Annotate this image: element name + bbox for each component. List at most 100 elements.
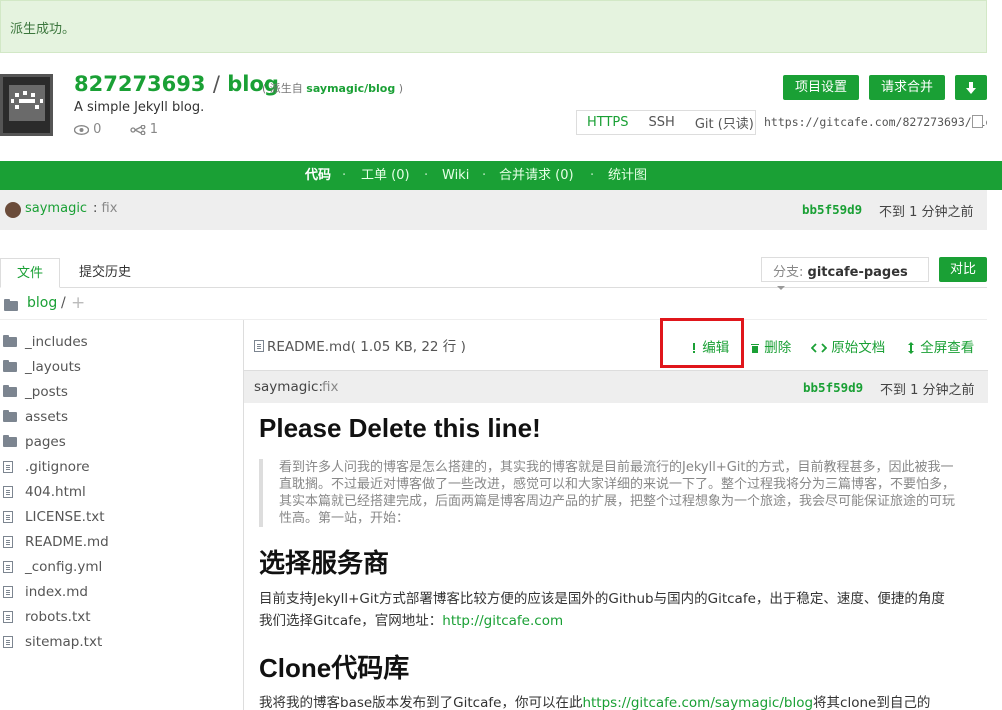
commit-author-link[interactable]: saymagic (25, 201, 87, 216)
fullscreen-button[interactable]: 全屏查看 (906, 336, 974, 356)
file-icon (3, 486, 13, 498)
tree-item[interactable]: _layouts (3, 356, 81, 378)
protocol-git[interactable]: Git (只读) (685, 113, 764, 132)
file-panel: README.md( 1.05 KB, 22 行 ) 编辑 删除 原始文档 全屏… (243, 318, 988, 710)
breadcrumb-root-link[interactable]: blog (27, 295, 57, 311)
copy-icon[interactable] (972, 115, 983, 128)
nav-merge-requests[interactable]: 合并请求 (0) (499, 161, 574, 190)
tree-item-name: _config.yml (25, 559, 103, 575)
readme-text: 我将我的博客base版本发布到了Gitcafe，你可以在此 (259, 695, 583, 710)
file-icon (3, 636, 13, 648)
pencil-icon (693, 343, 695, 353)
branch-value: gitcafe-pages (807, 265, 908, 280)
readme-paragraph: 我将我的博客base版本发布到了Gitcafe，你可以在此https://git… (259, 692, 974, 710)
add-file-button[interactable]: + (71, 293, 85, 313)
tab-history[interactable]: 提交历史 (79, 258, 131, 288)
tree-item-name: _includes (25, 334, 88, 350)
tree-item[interactable]: README.md (3, 531, 109, 553)
file-commit-sha[interactable]: bb5f59d9 (803, 380, 863, 395)
repo-description: A simple Jekyll blog. (74, 100, 205, 115)
tree-item[interactable]: _posts (3, 381, 68, 403)
nav-wiki[interactable]: Wiki (442, 161, 469, 190)
fork-source-link[interactable]: saymagic/blog (306, 82, 395, 95)
clone-url-input[interactable]: https://gitcafe.com/827273693/blog.git (755, 110, 987, 135)
tree-item-name: _layouts (25, 359, 81, 375)
commit-sha-link[interactable]: bb5f59d9 (802, 202, 862, 217)
commit-time: 不到 1 分钟之前 (879, 205, 974, 220)
tree-item[interactable]: .gitignore (3, 456, 90, 478)
merge-request-button[interactable]: 请求合并 (869, 75, 945, 100)
watchers-count: 0 (93, 122, 102, 137)
folder-icon (3, 435, 17, 447)
raw-label: 原始文档 (831, 340, 886, 356)
repo-title-separator: / (212, 72, 220, 96)
tree-item-name: _posts (25, 384, 68, 400)
nav-stats[interactable]: 统计图 (608, 161, 647, 190)
file-icon (254, 340, 264, 352)
tree-item[interactable]: _includes (3, 331, 88, 353)
commit-message-text: fix (101, 201, 118, 216)
owner-avatar[interactable] (0, 74, 53, 136)
folder-icon (3, 360, 17, 372)
tree-item[interactable]: index.md (3, 581, 88, 603)
watchers-stat[interactable]: 0 (73, 122, 118, 137)
file-title-text: README.md( 1.05 KB, 22 行 ) (267, 339, 466, 355)
tree-item[interactable]: _config.yml (3, 556, 102, 578)
raw-button[interactable]: 原始文档 (810, 336, 886, 356)
folder-icon (3, 410, 17, 422)
delete-button[interactable]: 删除 (750, 336, 791, 356)
download-arrow-icon (966, 81, 976, 94)
tree-item[interactable]: pages (3, 431, 66, 453)
trash-icon (751, 344, 759, 353)
tab-files[interactable]: 文件 (0, 258, 60, 288)
file-header: README.md( 1.05 KB, 22 行 ) 编辑 删除 原始文档 全屏… (244, 318, 988, 371)
project-settings-button[interactable]: 项目设置 (783, 75, 859, 100)
folder-icon (3, 335, 17, 347)
commit-author-avatar[interactable] (5, 202, 21, 218)
protocol-ssh[interactable]: SSH (639, 115, 685, 130)
readme-text: 将其clone到自己的 (813, 695, 931, 710)
branch-selector[interactable]: 分支: gitcafe-pages (761, 257, 929, 290)
tree-item[interactable]: 404.html (3, 481, 86, 503)
nav-issues[interactable]: 工单 (0) (361, 161, 410, 190)
nav-separator: · (482, 168, 487, 183)
repo-link[interactable]: https://gitcafe.com/saymagic/blog (582, 695, 813, 710)
file-commit-author[interactable]: saymagic: (254, 379, 323, 395)
tree-item[interactable]: LICENSE.txt (3, 506, 105, 528)
forks-stat[interactable]: 1 (129, 122, 170, 137)
clone-url-text: https://gitcafe.com/827273693/blog.git (764, 115, 987, 129)
eye-icon (73, 124, 90, 135)
fork-prefix: ( 派生自 (262, 82, 303, 95)
readme-quote: 看到许多人问我的博客是怎么搭建的，其实我的博客就是目前最流行的Jekyll+Gi… (259, 459, 959, 527)
commit-message[interactable]: : fix (93, 201, 117, 216)
readme-section-heading: 选择服务商 (259, 548, 390, 578)
compare-button[interactable]: 对比 (939, 257, 987, 282)
nav-separator: · (590, 168, 595, 183)
fullscreen-icon (908, 342, 914, 354)
file-commit-time: 不到 1 分钟之前 (880, 383, 975, 398)
file-icon (3, 561, 13, 573)
file-icon (3, 611, 13, 623)
protocol-https[interactable]: HTTPS (577, 115, 639, 130)
file-title: README.md( 1.05 KB, 22 行 ) (254, 335, 466, 355)
tree-item-name: pages (25, 434, 66, 450)
tree-item[interactable]: sitemap.txt (3, 631, 102, 653)
file-icon (3, 511, 13, 523)
tree-item-name: robots.txt (25, 609, 91, 625)
download-button[interactable] (955, 75, 987, 100)
nav-separator: · (424, 168, 429, 183)
gitcafe-link[interactable]: http://gitcafe.com (442, 613, 563, 629)
file-commit-message[interactable]: fix (322, 379, 339, 395)
fullscreen-label: 全屏查看 (920, 340, 975, 356)
tree-item[interactable]: assets (3, 406, 68, 428)
folder-icon (4, 299, 18, 311)
tree-item[interactable]: robots.txt (3, 606, 91, 628)
repo-owner-link[interactable]: 827273693 (74, 72, 206, 96)
file-icon (3, 586, 13, 598)
file-commit-bar: saymagic: fix bb5f59d9 不到 1 分钟之前 (244, 371, 988, 403)
nav-code[interactable]: 代码 (305, 161, 331, 190)
nav-separator: · (342, 168, 347, 183)
file-icon (3, 461, 13, 473)
tree-item-name: sitemap.txt (25, 634, 103, 650)
edit-button[interactable]: 编辑 (690, 336, 729, 356)
